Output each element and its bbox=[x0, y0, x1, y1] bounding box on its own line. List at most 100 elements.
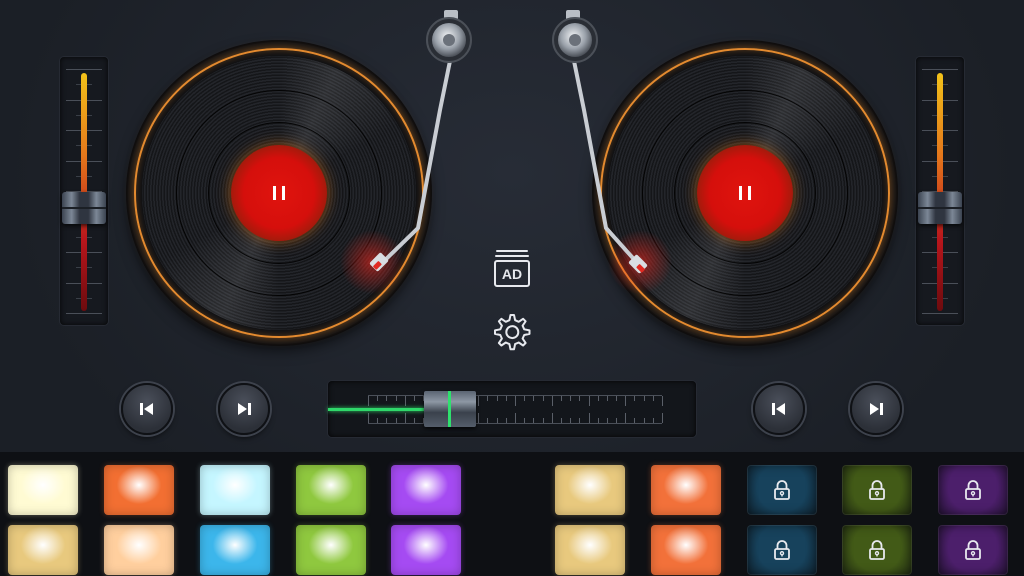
right-pad-4[interactable] bbox=[842, 465, 912, 515]
crossfader-tick bbox=[588, 413, 590, 423]
right-pad-6[interactable] bbox=[555, 525, 625, 575]
crossfader-tick bbox=[377, 396, 379, 401]
right-pad-2[interactable] bbox=[651, 465, 721, 515]
crossfader-handle-mark bbox=[448, 391, 452, 427]
crossfader-tick bbox=[662, 396, 663, 406]
left-pad-3[interactable] bbox=[200, 465, 270, 515]
crossfader-tick bbox=[634, 396, 636, 401]
crossfader-tick bbox=[533, 396, 535, 401]
crossfader-tick bbox=[524, 396, 526, 401]
crossfader-tick bbox=[487, 396, 489, 401]
crossfader-tick bbox=[579, 396, 581, 401]
left-pitch-fader[interactable] bbox=[60, 57, 108, 325]
crossfader-tick bbox=[625, 396, 627, 406]
crossfader-tick bbox=[643, 418, 645, 423]
left-pad-1[interactable] bbox=[8, 465, 78, 515]
left-pad-6[interactable] bbox=[8, 525, 78, 575]
right-pad-7[interactable] bbox=[651, 525, 721, 575]
pause-icon[interactable] bbox=[273, 186, 285, 200]
left-pad-5[interactable] bbox=[391, 465, 461, 515]
skip-previous-icon bbox=[772, 403, 785, 415]
gear-icon-glyph bbox=[494, 314, 531, 351]
crossfader-tick bbox=[606, 418, 608, 423]
crossfader[interactable] bbox=[328, 381, 696, 437]
left-pad-2[interactable] bbox=[104, 465, 174, 515]
crossfader-tick bbox=[533, 418, 535, 423]
ad-icon[interactable]: AD bbox=[493, 250, 531, 288]
crossfader-tick bbox=[487, 418, 489, 423]
right-pitch-handle[interactable] bbox=[918, 191, 962, 224]
crossfader-tick bbox=[542, 418, 544, 423]
left-pad-10[interactable] bbox=[391, 525, 461, 575]
crossfader-tick bbox=[570, 418, 572, 423]
crossfader-scale bbox=[368, 423, 662, 424]
right-pad-1[interactable] bbox=[555, 465, 625, 515]
crossfader-tick bbox=[524, 418, 526, 423]
sample-pads bbox=[0, 452, 1024, 576]
crossfader-tick bbox=[404, 396, 406, 406]
left-pad-9[interactable] bbox=[296, 525, 366, 575]
crossfader-tick bbox=[386, 396, 388, 401]
crossfader-tick bbox=[413, 418, 415, 423]
crossfader-tick bbox=[505, 396, 507, 401]
crossfader-tick bbox=[478, 396, 480, 406]
crossfader-tick bbox=[616, 418, 618, 423]
left-turntable[interactable] bbox=[128, 42, 430, 344]
gear-icon[interactable] bbox=[490, 310, 534, 354]
ad-stack-line bbox=[495, 255, 529, 257]
crossfader-tick bbox=[597, 418, 599, 423]
crossfader-tick bbox=[496, 418, 498, 423]
crossfader-tick bbox=[652, 418, 654, 423]
dj-mixer-screen: AD bbox=[0, 0, 1024, 576]
left-pad-8[interactable] bbox=[200, 525, 270, 575]
right-skip-next-button[interactable] bbox=[850, 383, 902, 435]
lock-icon bbox=[965, 540, 981, 560]
right-pitch-fader[interactable] bbox=[916, 57, 964, 325]
crossfader-tick bbox=[404, 413, 406, 423]
skip-previous-icon bbox=[140, 403, 153, 415]
crossfader-tick bbox=[478, 413, 480, 423]
crossfader-tick bbox=[560, 396, 562, 401]
right-pad-3[interactable] bbox=[747, 465, 817, 515]
right-record-label bbox=[697, 145, 793, 241]
left-pitch-handle[interactable] bbox=[62, 191, 106, 224]
crossfader-tick bbox=[560, 418, 562, 423]
left-skip-next-button[interactable] bbox=[218, 383, 270, 435]
crossfader-tick bbox=[551, 396, 553, 406]
crossfader-tick bbox=[368, 413, 369, 423]
crossfader-tick bbox=[652, 396, 654, 401]
left-skip-previous-button[interactable] bbox=[121, 383, 173, 435]
right-turntable[interactable] bbox=[594, 42, 896, 344]
crossfader-tick bbox=[395, 418, 397, 423]
crossfader-tick bbox=[616, 396, 618, 401]
crossfader-tick bbox=[515, 396, 516, 406]
pause-icon[interactable] bbox=[739, 186, 751, 200]
crossfader-tick bbox=[551, 413, 553, 423]
crossfader-tick bbox=[606, 396, 608, 401]
crossfader-tick bbox=[377, 418, 379, 423]
crossfader-tick bbox=[662, 413, 663, 423]
pitch-tick bbox=[922, 313, 958, 314]
crossfader-tick bbox=[515, 413, 516, 423]
crossfader-level bbox=[328, 408, 429, 411]
crossfader-tick bbox=[570, 396, 572, 401]
right-pad-8[interactable] bbox=[747, 525, 817, 575]
crossfader-tick bbox=[413, 396, 415, 401]
crossfader-tick bbox=[542, 396, 544, 401]
crossfader-handle[interactable] bbox=[424, 391, 477, 427]
crossfader-tick bbox=[386, 418, 388, 423]
crossfader-tick bbox=[395, 396, 397, 401]
lock-icon bbox=[774, 540, 790, 560]
lock-icon bbox=[869, 480, 885, 500]
crossfader-tick bbox=[643, 396, 645, 401]
right-pad-9[interactable] bbox=[842, 525, 912, 575]
left-pad-4[interactable] bbox=[296, 465, 366, 515]
right-pad-10[interactable] bbox=[938, 525, 1008, 575]
left-pad-7[interactable] bbox=[104, 525, 174, 575]
right-skip-previous-button[interactable] bbox=[753, 383, 805, 435]
pitch-tick bbox=[922, 69, 958, 70]
crossfader-tick bbox=[588, 396, 590, 406]
right-pad-5[interactable] bbox=[938, 465, 1008, 515]
crossfader-tick bbox=[505, 418, 507, 423]
lock-icon bbox=[869, 540, 885, 560]
